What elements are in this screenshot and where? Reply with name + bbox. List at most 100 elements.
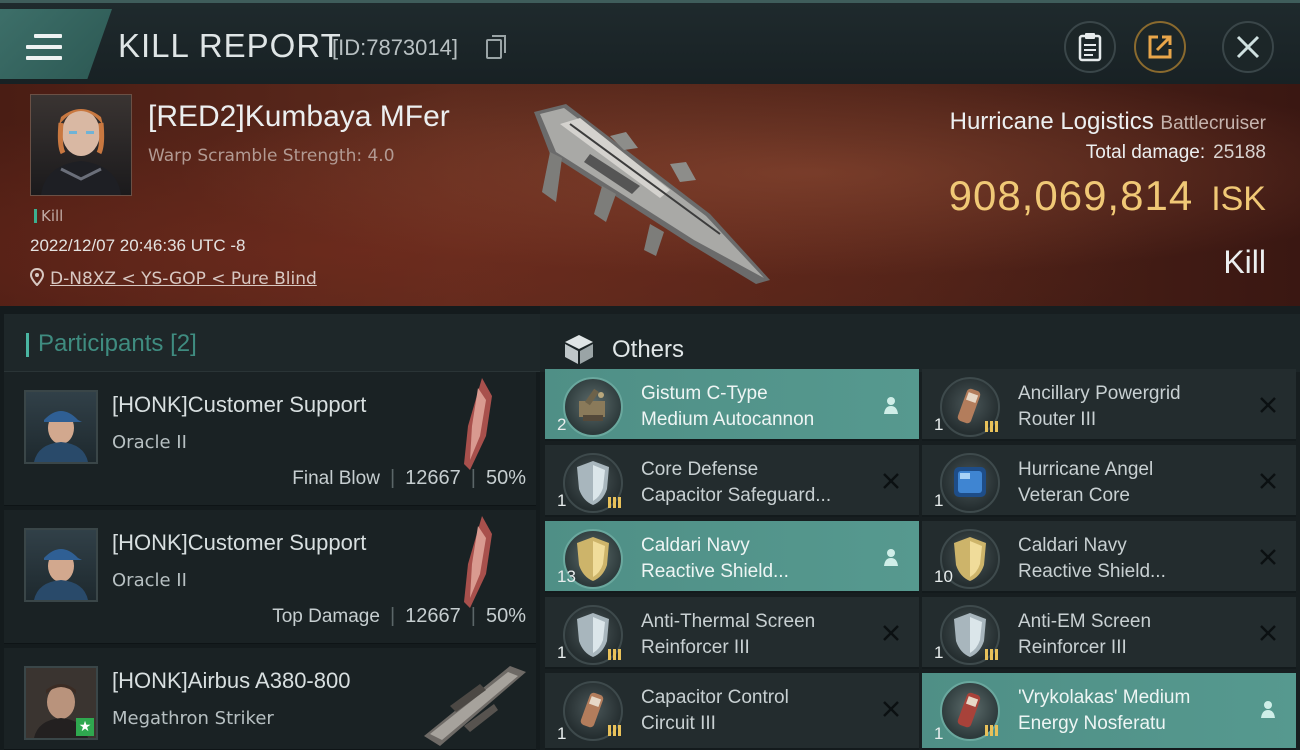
item-quantity: 2 [557,415,567,434]
others-item[interactable]: 1 'Vrykolakas' Medium Energy Nosferatu [922,673,1296,750]
item-name-line2: Reinforcer III [1018,637,1127,658]
item-quantity: 1 [934,415,944,434]
item-name-line1: Ancillary Powergrid [1018,383,1181,404]
star-badge-icon: ★ [76,718,94,736]
item-name-line1: Core Defense [641,459,759,480]
others-title: Others [612,336,685,363]
item-name-line2: Veteran Core [1018,485,1130,506]
item-quantity: 10 [934,567,953,586]
participant-stats: Final Blow | 12667 | 50% [292,467,526,489]
others-item[interactable]: 1 Capacitor Control Circuit III [545,673,919,750]
person-icon [881,395,901,415]
person-icon [1258,699,1278,719]
module-icon[interactable] [940,453,1000,513]
total-damage: Total damage: 25188 [1086,142,1266,164]
participant-ship-image[interactable] [456,376,496,472]
module-icon[interactable] [563,605,623,665]
item-quantity: 1 [934,724,944,743]
participant-avatar[interactable] [24,528,98,602]
participant-ship: Oracle II [112,432,187,453]
victim-avatar-image [41,109,121,195]
victim-ship-class: Battlecruiser [1160,113,1266,134]
destroyed-x-icon [1258,547,1278,567]
others-item[interactable]: 1 Hurricane Angel Veteran Core [922,445,1296,517]
participant-row[interactable]: ★ [HONK]Airbus A380-800 Megathron Strike… [4,648,536,750]
item-name: Ancillary Powergrid Router III [1018,381,1248,433]
others-item[interactable]: 1 Ancillary Powergrid Router III [922,369,1296,441]
participant-ship-image[interactable] [456,514,496,610]
total-damage-label: Total damage: [1085,142,1206,163]
participant-ship: Oracle II [112,570,187,591]
share-icon [1148,35,1172,59]
destroyed-x-icon [881,623,901,643]
participant-tag: Top Damage [272,606,380,627]
others-item[interactable]: 13 Caldari Navy Reactive Shield... [545,521,919,593]
isk-value: 908,069,814 [948,172,1194,219]
participants-count: [2] [170,330,197,357]
item-name-line1: Hurricane Angel [1018,459,1154,480]
module-icon[interactable] [563,453,623,513]
item-name: Caldari Navy Reactive Shield... [641,533,871,585]
participant-name[interactable]: [HONK]Customer Support [112,392,366,418]
destroyed-x-icon [881,699,901,719]
item-quantity: 1 [557,724,567,743]
participant-tag: Final Blow [292,468,380,489]
copy-icon[interactable] [486,35,506,59]
total-damage-value: 25188 [1213,142,1266,163]
participant-percent: 50% [485,605,526,627]
kill-datetime: 2022/12/07 20:46:36 UTC -8 [30,236,246,255]
destroyed-x-icon [881,471,901,491]
item-name-line1: Gistum C-Type [641,383,768,404]
warp-scramble-strength: Warp Scramble Strength: 4.0 [148,146,395,166]
module-icon[interactable] [563,681,623,741]
item-name-line2: Medium Autocannon [641,409,815,430]
hamburger-menu-icon [26,34,62,60]
others-item[interactable]: 1 Core Defense Capacitor Safeguard... [545,445,919,517]
others-item[interactable]: 10 Caldari Navy Reactive Shield... [922,521,1296,593]
close-button[interactable] [1222,21,1274,73]
participant-avatar[interactable]: ★ [24,666,98,740]
participant-name[interactable]: [HONK]Airbus A380-800 [112,668,350,694]
module-icon[interactable] [940,681,1000,741]
location-pin-icon [29,267,45,287]
item-name-line2: Reactive Shield... [641,561,789,582]
others-item[interactable]: 1 Anti-Thermal Screen Reinforcer III [545,597,919,669]
participant-row[interactable]: [HONK]Customer Support Oracle II Top Dam… [4,510,536,644]
others-item[interactable]: 2 Gistum C-Type Medium Autocannon [545,369,919,441]
module-icon[interactable] [563,377,623,437]
participant-row[interactable]: [HONK]Customer Support Oracle II Final B… [4,372,536,506]
top-bar: KILL REPORT [ID:7873014] [0,0,1300,84]
location-link[interactable]: D-N8XZ < YS-GOP < Pure Blind [50,269,317,289]
participants-label: Participants [38,330,164,357]
item-name-line1: Caldari Navy [1018,535,1127,556]
victim-ship-name[interactable]: Hurricane Logistics [950,108,1154,135]
item-quantity: 1 [557,643,567,662]
item-name-line1: Capacitor Control [641,687,789,708]
kill-result-label: Kill [1223,244,1266,280]
kill-location[interactable]: D-N8XZ < YS-GOP < Pure Blind [29,267,317,289]
participant-name[interactable]: [HONK]Customer Support [112,530,366,556]
module-icon[interactable] [940,605,1000,665]
participant-avatar[interactable] [24,390,98,464]
others-item[interactable]: 1 Anti-EM Screen Reinforcer III [922,597,1296,669]
item-quantity: 13 [557,567,576,586]
item-name-line2: Capacitor Safeguard... [641,485,832,506]
share-button[interactable] [1134,21,1186,73]
others-header: Others [540,314,1300,372]
victim-ship-image[interactable] [520,94,780,289]
clipboard-icon [1078,33,1102,62]
page-title: KILL REPORT [118,27,342,64]
victim-portrait[interactable] [30,94,132,196]
destroyed-x-icon [1258,471,1278,491]
item-name-line2: Reactive Shield... [1018,561,1166,582]
item-name: Hurricane Angel Veteran Core [1018,457,1248,509]
item-name-line2: Router III [1018,409,1097,430]
isk-value-line: 908,069,814 ISK [949,172,1266,220]
participants-header[interactable]: Participants [2] [4,314,540,372]
module-icon[interactable] [940,377,1000,437]
menu-button[interactable] [0,9,112,79]
clipboard-button[interactable] [1064,21,1116,73]
participant-ship-image[interactable] [420,656,530,748]
victim-name[interactable]: [RED2]Kumbaya MFer [148,100,450,134]
item-name: Anti-EM Screen Reinforcer III [1018,609,1248,661]
